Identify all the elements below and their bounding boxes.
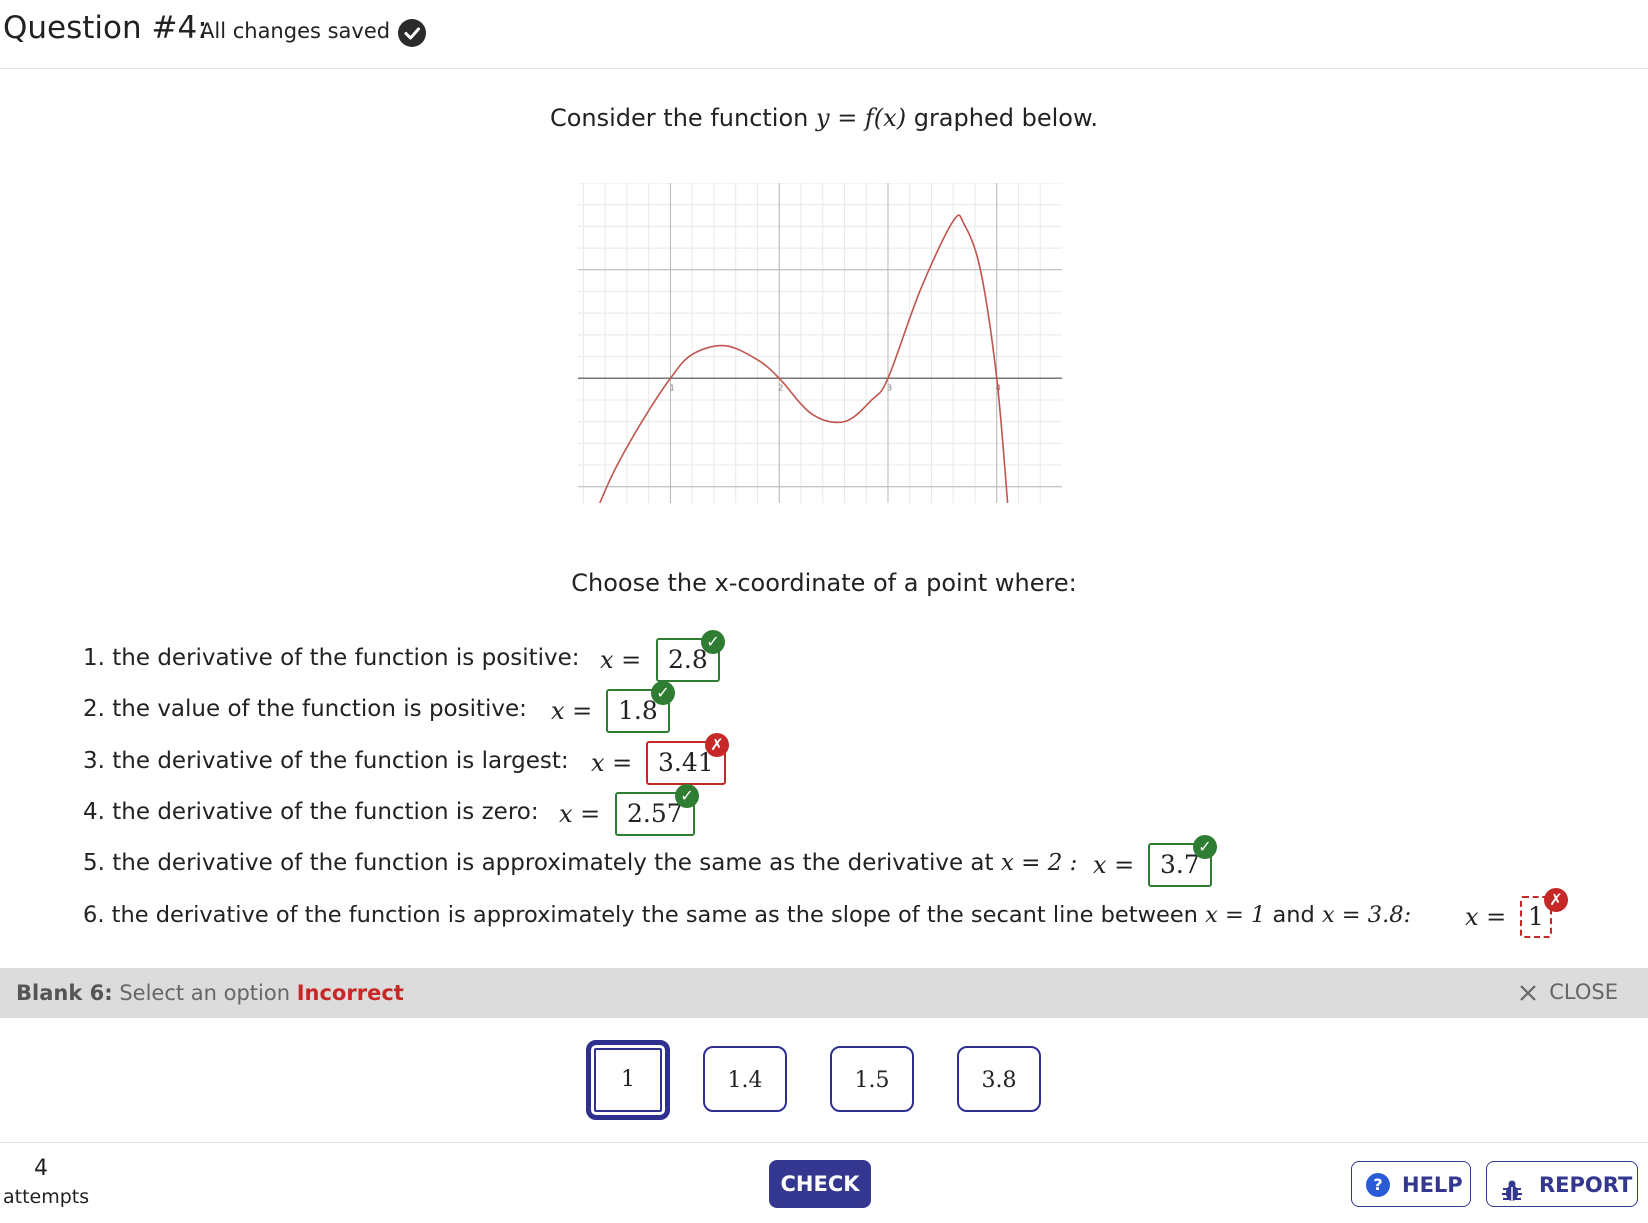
question-text: the value of the function is positive: <box>112 696 527 722</box>
save-status: All changes saved <box>200 19 391 43</box>
question-prompt: Consider the function y = f(x) graphed b… <box>0 104 1648 132</box>
question-6: 6. the derivative of the function is app… <box>83 902 1411 928</box>
blank-id: Blank 6: <box>16 981 113 1005</box>
equals-label: x = <box>591 749 633 777</box>
equals-label: x = <box>551 697 593 725</box>
question-4: 4. the derivative of the function is zer… <box>83 799 539 825</box>
report-button[interactable]: REPORT <box>1486 1161 1638 1207</box>
check-button[interactable]: CHECK <box>769 1160 871 1208</box>
attempts-count: 4 <box>34 1156 48 1181</box>
help-label: HELP <box>1402 1173 1463 1197</box>
question-math: x = 2 : <box>1000 850 1078 876</box>
choose-instruction: Choose the x-coordinate of a point where… <box>571 569 1077 597</box>
prompt-math: y = f(x) <box>816 104 907 132</box>
check-circle-icon <box>398 19 426 47</box>
equals-label: x = <box>559 800 601 828</box>
question-text: the derivative of the function is positi… <box>112 645 580 671</box>
question-number: 6. <box>83 902 105 928</box>
prompt-text-end: graphed below. <box>906 104 1098 132</box>
blank-label: Blank 6: Select an option Incorrect <box>16 981 404 1005</box>
equals-label: x = <box>1093 851 1135 879</box>
option-1[interactable]: 1 <box>586 1040 670 1120</box>
option-1-4[interactable]: 1.4 <box>703 1046 787 1112</box>
blank-status-bar: Blank 6: Select an option Incorrect CLOS… <box>0 968 1648 1018</box>
question-title: Question #4: <box>3 10 208 46</box>
correct-check-icon: ✓ <box>1193 835 1217 859</box>
blank-instruction: Select an option <box>119 981 291 1005</box>
close-label: CLOSE <box>1549 980 1618 1004</box>
equals-label: x = <box>600 646 642 674</box>
report-label: REPORT <box>1539 1173 1633 1197</box>
correct-check-icon: ✓ <box>701 630 725 654</box>
question-3: 3. the derivative of the function is lar… <box>83 748 569 774</box>
question-circle-icon: ? <box>1366 1173 1390 1197</box>
question-text: the derivative of the function is zero: <box>112 799 539 825</box>
help-button[interactable]: ? HELP <box>1351 1161 1471 1207</box>
header: Question #4: All changes saved <box>0 0 1648 69</box>
question-math: x = 3.8: <box>1321 902 1412 928</box>
footer: 4 attempts CHECK ? HELP REPORT <box>0 1142 1648 1223</box>
question-math: x = 1 <box>1205 902 1266 928</box>
question-number: 5. <box>83 850 105 876</box>
question-number: 4. <box>83 799 105 825</box>
question-text: the derivative of the function is larges… <box>112 748 569 774</box>
question-1: 1. the derivative of the function is pos… <box>83 645 580 671</box>
question-2: 2. the value of the function is positive… <box>83 696 527 722</box>
close-button[interactable]: CLOSE <box>1519 980 1618 1007</box>
question-5: 5. the derivative of the function is app… <box>83 850 1077 876</box>
incorrect-x-icon: ✗ <box>1544 888 1568 912</box>
x-tick-label: 1 <box>669 383 674 392</box>
prompt-text: Consider the function <box>549 104 816 132</box>
x-tick-label: 3 <box>887 383 892 392</box>
equals-label: x = <box>1465 903 1507 931</box>
function-curve <box>599 214 1009 503</box>
question-text: the derivative of the function is approx… <box>112 850 994 876</box>
question-text-and: and <box>1272 902 1315 928</box>
option-1-5[interactable]: 1.5 <box>830 1046 914 1112</box>
x-tick-label: 2 <box>778 383 783 392</box>
attempts-label: attempts <box>3 1186 90 1208</box>
blank-result: Incorrect <box>296 981 404 1005</box>
close-icon <box>1519 983 1537 1007</box>
question-number: 1. <box>83 645 105 671</box>
function-graph: 1234 <box>578 183 1062 503</box>
incorrect-x-icon: ✗ <box>705 733 729 757</box>
bug-icon <box>1501 1173 1523 1219</box>
option-3-8[interactable]: 3.8 <box>957 1046 1041 1112</box>
question-text: the derivative of the function is approx… <box>111 902 1198 928</box>
question-number: 3. <box>83 748 105 774</box>
correct-check-icon: ✓ <box>651 681 675 705</box>
correct-check-icon: ✓ <box>675 784 699 808</box>
question-number: 2. <box>83 696 105 722</box>
